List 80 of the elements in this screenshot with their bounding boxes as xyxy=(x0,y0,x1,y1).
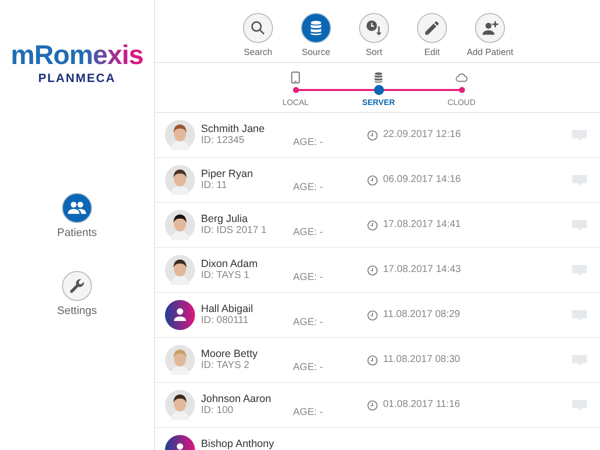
patient-name: Schmith Jane xyxy=(201,123,266,135)
patient-row[interactable]: Berg Julia ID: IDS 2017 1 AGE: - 17.08.2017 14:41 xyxy=(155,203,600,248)
add-person-icon xyxy=(481,19,499,37)
visit-date: 17.08.2017 14:43 xyxy=(383,264,461,276)
patient-name: Dixon Adam xyxy=(201,258,259,270)
patient-row[interactable]: Moore Betty ID: TAYS 2 AGE: - 11.08.2017 08:30 xyxy=(155,338,600,383)
patients-nav-button[interactable] xyxy=(62,193,92,223)
clock-icon xyxy=(367,175,378,186)
clock-icon xyxy=(367,265,378,276)
patient-age: AGE: - xyxy=(293,317,324,329)
brand-logo: PLANMECA xyxy=(38,71,116,85)
clock-icon xyxy=(367,310,378,321)
tool-label: Search xyxy=(244,47,272,57)
database-icon[interactable] xyxy=(372,70,385,84)
patient-age: AGE: - xyxy=(293,272,324,284)
sort-tool-button[interactable] xyxy=(359,13,389,43)
visit-date: 11.08.2017 08:29 xyxy=(383,309,460,321)
search-icon xyxy=(249,19,267,37)
patient-age: AGE: - xyxy=(293,407,324,419)
settings-icon xyxy=(68,277,86,295)
tool-label: Source xyxy=(302,47,330,57)
person-avatar xyxy=(165,345,195,375)
patient-name: Hall Abigail xyxy=(201,303,254,315)
patient-row[interactable]: Hall Abigail ID: 080111 AGE: - 11.08.2017 08:29 xyxy=(155,293,600,338)
settings-nav-button[interactable] xyxy=(62,271,92,301)
source-dot[interactable] xyxy=(374,85,384,95)
add-person-tool-button[interactable] xyxy=(475,13,505,43)
patient-age: AGE: - xyxy=(293,227,324,239)
patient-id: ID: 12345 xyxy=(201,135,246,147)
clock-icon xyxy=(367,130,378,141)
source-label[interactable]: CLOUD xyxy=(447,98,476,108)
source-dot[interactable] xyxy=(458,87,464,93)
visit-date: 11.08.2017 08:30 xyxy=(383,354,460,366)
patient-name: Moore Betty xyxy=(201,348,259,360)
database-tool-button[interactable] xyxy=(301,13,331,43)
person-avatar xyxy=(165,120,195,150)
patient-row[interactable]: Dixon Adam ID: TAYS 1 AGE: - 17.08.2017 14:43 xyxy=(155,248,600,293)
nav-label: Patients xyxy=(57,227,97,239)
tool-label: Sort xyxy=(366,47,382,57)
patient-id: ID: 080111 xyxy=(201,315,250,327)
source-label[interactable]: SERVER xyxy=(362,98,395,108)
source-label[interactable]: LOCAL xyxy=(282,98,309,108)
person-avatar xyxy=(165,390,195,420)
person-avatar xyxy=(165,300,195,330)
pencil-tool-button[interactable] xyxy=(417,13,447,43)
patient-name: Berg Julia xyxy=(201,213,249,225)
patient-age: AGE: - xyxy=(293,362,324,374)
search-tool-button[interactable] xyxy=(243,13,273,43)
nav-label: Settings xyxy=(57,305,97,317)
patient-name: Johnson Aaron xyxy=(201,393,272,405)
patient-row[interactable]: Johnson Aaron ID: 100 AGE: - 01.08.2017 11:16 xyxy=(155,383,600,428)
clock-icon xyxy=(367,355,378,366)
clock-icon xyxy=(367,220,378,231)
pencil-icon xyxy=(423,19,441,37)
patient-age: AGE: - xyxy=(293,137,324,149)
patient-name: Bishop Anthony xyxy=(201,438,275,450)
visit-date: 01.08.2017 11:16 xyxy=(383,399,460,411)
visit-date: 06.09.2017 14:16 xyxy=(383,174,461,186)
patient-name: Piper Ryan xyxy=(201,168,254,180)
patient-age: AGE: - xyxy=(293,182,324,194)
patient-id: ID: IDS 2017 1 xyxy=(201,225,268,237)
person-avatar xyxy=(165,210,195,240)
tablet-icon[interactable] xyxy=(289,70,302,84)
cloud-icon[interactable] xyxy=(455,70,468,84)
patient-row[interactable]: Bishop Anthony xyxy=(155,428,600,450)
patient-id: ID: 100 xyxy=(201,405,234,417)
clock-icon xyxy=(367,400,378,411)
patient-id: ID: TAYS 2 xyxy=(201,360,250,372)
visit-date: 22.09.2017 12:16 xyxy=(383,129,461,141)
source-dot[interactable] xyxy=(292,87,298,93)
tool-label: Edit xyxy=(424,47,440,57)
tool-label: Add Patient xyxy=(466,47,514,57)
visit-date: 17.08.2017 14:41 xyxy=(383,219,461,231)
patient-row[interactable]: Schmith Jane ID: 12345 AGE: - 22.09.2017 12:16 xyxy=(155,113,600,158)
patient-row[interactable]: Piper Ryan ID: 11 AGE: - 06.09.2017 14:16 xyxy=(155,158,600,203)
person-avatar xyxy=(165,255,195,285)
clock-sort-icon xyxy=(365,19,383,37)
patient-id: ID: 11 xyxy=(201,180,228,192)
patient-id: ID: TAYS 1 xyxy=(201,270,250,282)
person-avatar xyxy=(165,165,195,195)
